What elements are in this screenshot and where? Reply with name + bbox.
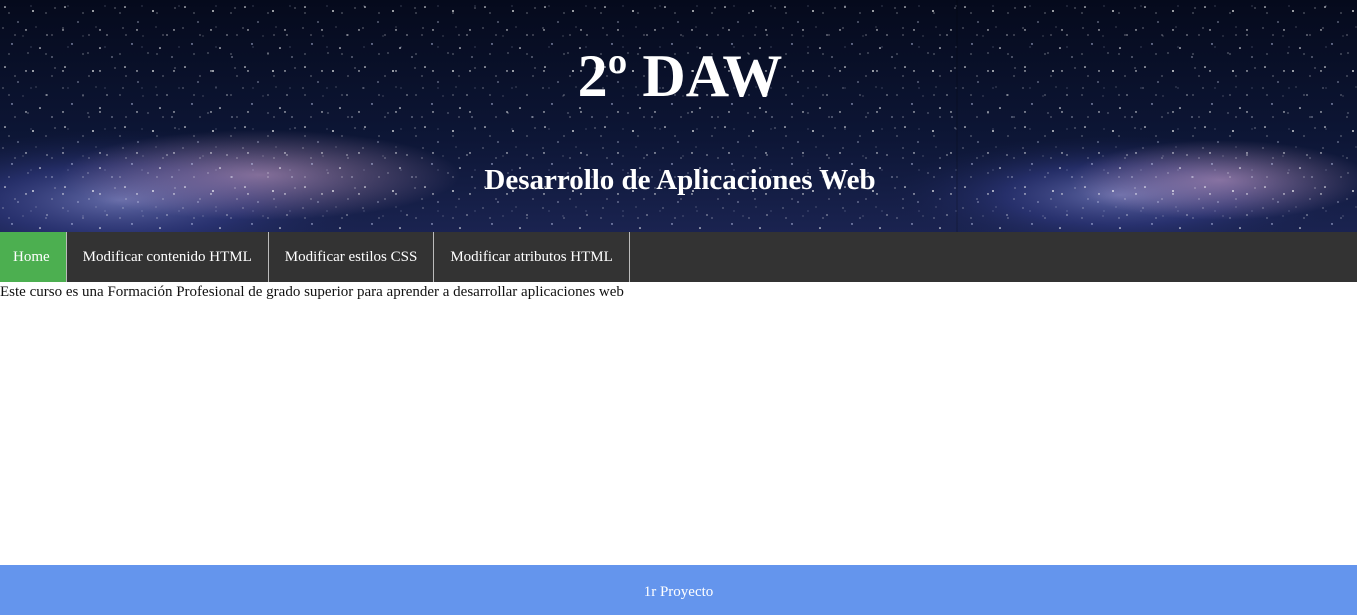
nav-item-modificar-estilos-css[interactable]: Modificar estilos CSS [269,232,435,282]
nav-item-modificar-contenido-html[interactable]: Modificar contenido HTML [67,232,269,282]
nav-item-home[interactable]: Home [0,232,67,282]
course-description-text: Este curso es una Formación Profesional … [0,284,624,300]
nav-item-modificar-atributos-html[interactable]: Modificar atributos HTML [434,232,630,282]
footer-text: 1r Proyecto [643,584,714,600]
page-subtitle: Desarrollo de Aplicaciones Web [484,164,876,196]
top-navigation-bar: Home Modificar contenido HTML Modificar … [0,232,1357,282]
header-banner: 2º DAW Desarrollo de Aplicaciones Web [0,0,1357,232]
page-title: 2º DAW [577,43,783,109]
footer: 1r Proyecto [0,565,1357,615]
page: 2º DAW Desarrollo de Aplicaciones Web Ho… [0,0,1357,615]
